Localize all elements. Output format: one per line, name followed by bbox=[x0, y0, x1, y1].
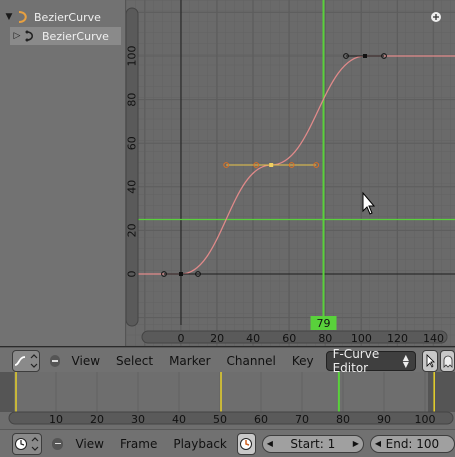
expand-triangle-icon[interactable]: ▼ bbox=[2, 12, 16, 22]
timeline-menu-frame[interactable]: Frame bbox=[120, 437, 157, 451]
end-frame-label: End: 100 bbox=[385, 436, 440, 451]
x-tick-label: 100 bbox=[351, 332, 372, 345]
keyframe-point[interactable] bbox=[269, 163, 274, 167]
curve-object-icon bbox=[18, 11, 27, 23]
timeline-tick-label: 60 bbox=[254, 413, 268, 426]
timeline-tick-label: 70 bbox=[295, 413, 309, 426]
timeline-tick-label: 80 bbox=[336, 413, 350, 426]
timeline-header: View Frame Playback ◀ Start: 1 ▶ ◀ End: … bbox=[0, 429, 455, 457]
dropdown-arrows-icon: ▲ ▼ bbox=[402, 353, 409, 369]
clock-record-icon bbox=[240, 437, 253, 450]
x-tick-label: 40 bbox=[246, 332, 260, 345]
menu-view[interactable]: View bbox=[72, 354, 100, 368]
keyframe-point[interactable] bbox=[179, 272, 183, 276]
x-tick-label: 80 bbox=[318, 332, 332, 345]
timeline-area[interactable]: 10 20 30 40 50 60 70 80 90 100 bbox=[0, 372, 455, 429]
keying-set-button[interactable] bbox=[236, 432, 256, 455]
collapse-menu-icon[interactable] bbox=[50, 355, 60, 367]
menu-key[interactable]: Key bbox=[292, 354, 314, 368]
show-hidden-button[interactable] bbox=[440, 350, 455, 372]
timeline-tick-label: 10 bbox=[49, 413, 63, 426]
curve-data-icon bbox=[25, 30, 33, 42]
menu-marker[interactable]: Marker bbox=[169, 354, 210, 368]
timeline-preview-range-shade bbox=[0, 372, 14, 412]
timeline-tick-label: 100 bbox=[415, 413, 436, 426]
start-frame-field[interactable]: ◀ Start: 1 ▶ bbox=[261, 434, 364, 453]
current-frame-label: 79 bbox=[317, 317, 331, 330]
add-region-icon[interactable] bbox=[431, 12, 441, 22]
y-tick-label: 40 bbox=[126, 180, 139, 194]
clock-icon bbox=[15, 436, 39, 451]
channel-item-beziercurve-data[interactable]: ▷ BezierCurve bbox=[10, 27, 121, 45]
collapse-triangle-icon[interactable]: ▷ bbox=[10, 31, 24, 41]
start-frame-label: Start: 1 bbox=[290, 436, 336, 451]
arrow-left-icon[interactable]: ◀ bbox=[267, 439, 273, 448]
timeline-editor-type-button[interactable] bbox=[12, 432, 43, 455]
only-selected-button[interactable] bbox=[421, 350, 439, 372]
menu-select[interactable]: Select bbox=[116, 354, 153, 368]
channel-label: BezierCurve bbox=[34, 10, 101, 24]
mode-dropdown-label: F-Curve Editor bbox=[332, 347, 380, 375]
y-tick-label: 0 bbox=[126, 271, 139, 278]
timeline-collapse-icon[interactable] bbox=[52, 437, 64, 450]
channel-item-beziercurve-object[interactable]: ▼ BezierCurve bbox=[2, 8, 121, 26]
graph-editor-icon bbox=[14, 354, 38, 368]
graph-editor-header: View Select Marker Channel Key F-Curve E… bbox=[0, 347, 455, 375]
channel-region: ▼ BezierCurve ▷ BezierCurve bbox=[0, 0, 126, 346]
arrow-left-icon[interactable]: ◀ bbox=[375, 439, 381, 448]
pointer-icon bbox=[426, 354, 436, 368]
timeline-tick-label: 40 bbox=[172, 413, 186, 426]
graph-editor-area[interactable]: 0 20 40 60 80 100 0 20 40 60 80 100 120 140 79 bbox=[126, 0, 455, 346]
end-frame-field[interactable]: ◀ End: 100 ▶ bbox=[369, 434, 455, 453]
timeline-menu-view[interactable]: View bbox=[75, 437, 103, 451]
y-tick-label: 80 bbox=[126, 93, 139, 107]
x-tick-label: 60 bbox=[282, 332, 296, 345]
timeline-tick-label: 50 bbox=[213, 413, 227, 426]
mode-dropdown[interactable]: F-Curve Editor ▲ ▼ bbox=[325, 347, 416, 375]
channel-label: BezierCurve bbox=[42, 29, 109, 43]
arrow-right-icon[interactable]: ▶ bbox=[353, 439, 359, 448]
timeline-menu-playback[interactable]: Playback bbox=[173, 437, 227, 451]
x-tick-label: 20 bbox=[210, 332, 224, 345]
x-tick-label: 0 bbox=[178, 332, 185, 345]
y-tick-label: 20 bbox=[126, 223, 139, 237]
timeline-end-range-shade bbox=[428, 372, 455, 412]
keyframe-point[interactable] bbox=[363, 54, 368, 58]
timeline-tick-label: 90 bbox=[377, 413, 391, 426]
x-tick-label: 140 bbox=[423, 332, 444, 345]
y-tick-label: 60 bbox=[126, 136, 139, 150]
y-tick-label: 100 bbox=[126, 46, 139, 67]
menu-channel[interactable]: Channel bbox=[227, 354, 276, 368]
timeline-tick-label: 20 bbox=[90, 413, 104, 426]
ghost-icon bbox=[443, 355, 453, 368]
x-tick-label: 120 bbox=[387, 332, 408, 345]
timeline-tick-label: 30 bbox=[131, 413, 145, 426]
editor-type-button[interactable] bbox=[12, 350, 40, 372]
